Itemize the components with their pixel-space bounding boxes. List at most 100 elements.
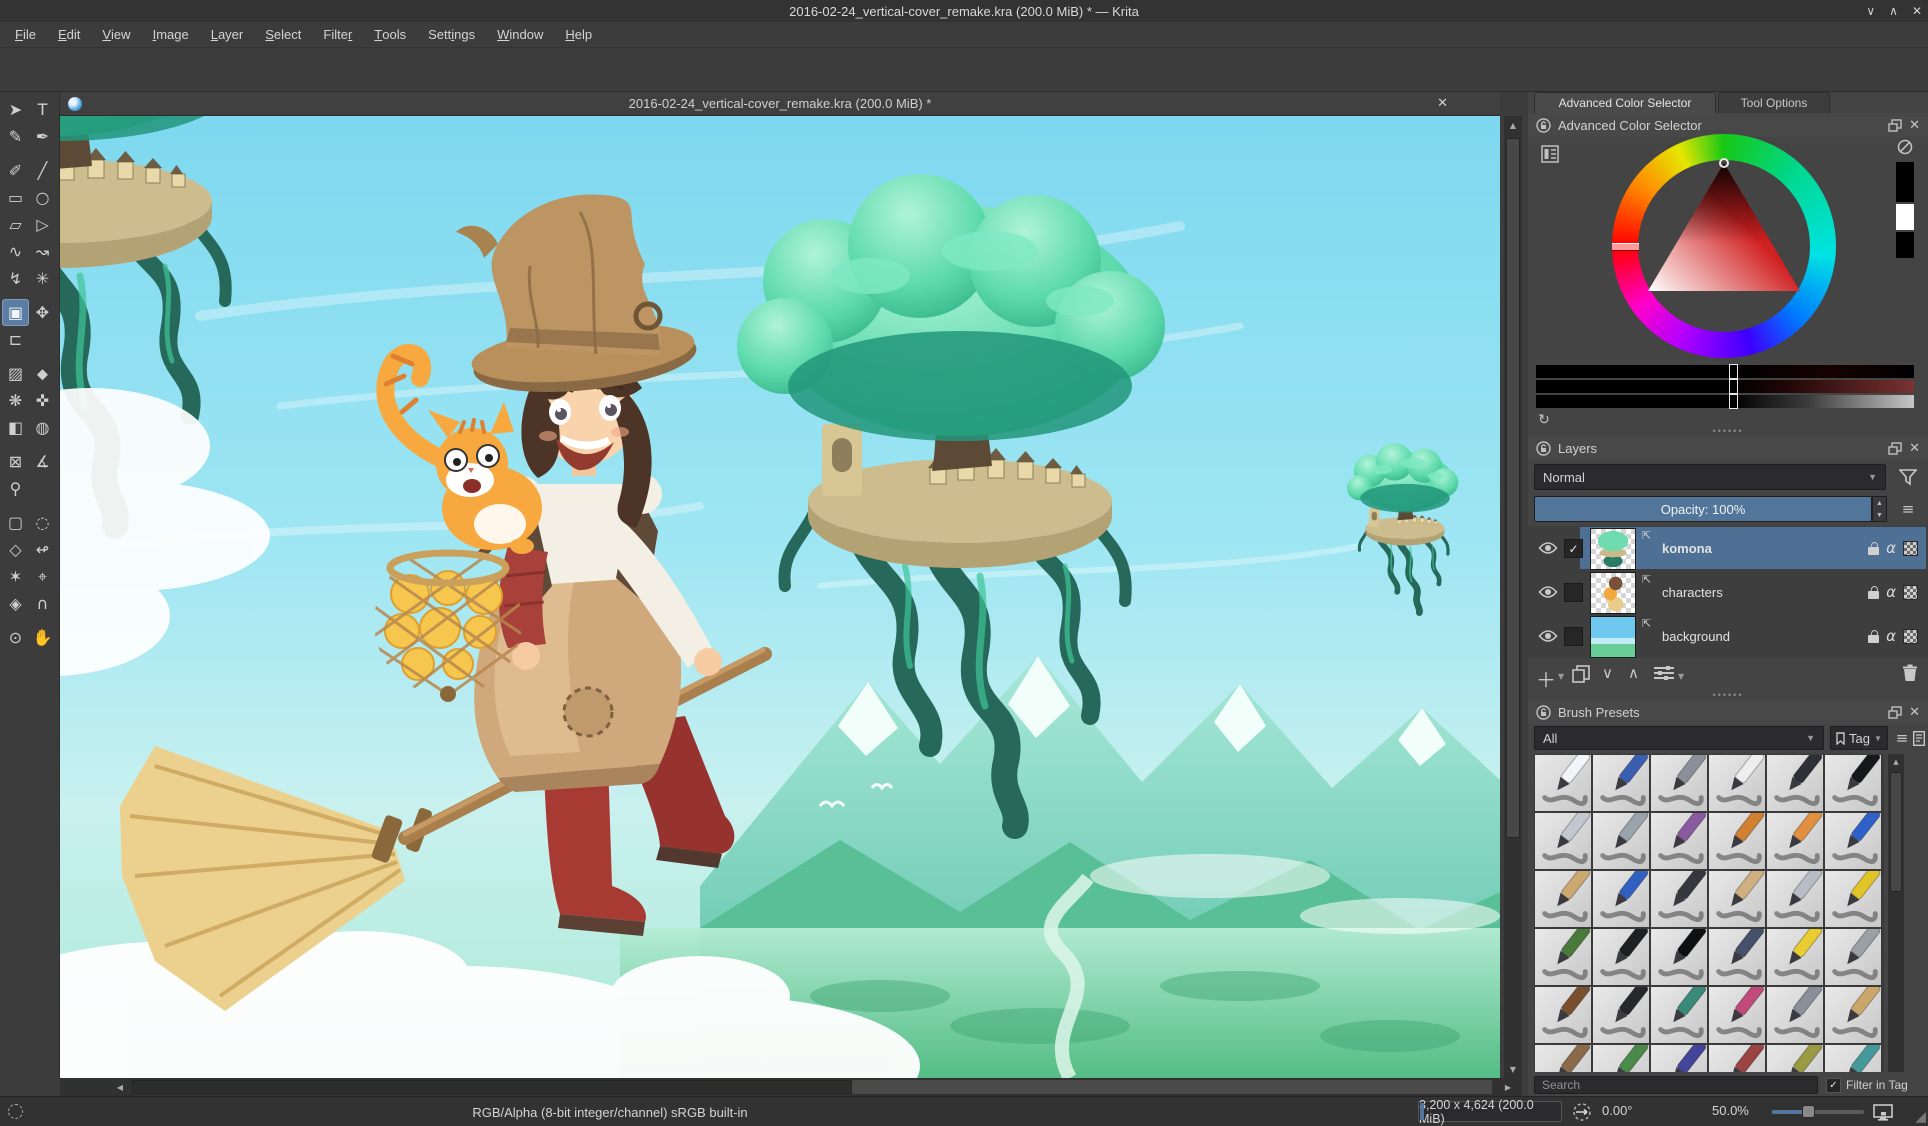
presets-details-icon[interactable] (1912, 729, 1926, 747)
bezier-select-tool[interactable]: ◈ (2, 590, 29, 617)
similar-color-select-tool[interactable]: ⌖ (29, 563, 56, 590)
layer-inherit-alpha-icon[interactable] (1903, 541, 1918, 556)
brush-grid-scrollbar[interactable]: ▲ (1888, 754, 1904, 1072)
crop-tool[interactable]: ⊏ (2, 326, 29, 353)
brush-preset-15[interactable] (1650, 870, 1708, 928)
polyline-tool[interactable]: ▷ (29, 211, 56, 238)
menu-settings[interactable]: Settings (417, 22, 486, 48)
menu-select[interactable]: Select (254, 22, 312, 48)
zoom-slider[interactable] (1772, 1110, 1864, 1114)
smart-patch-tool[interactable]: ✜ (29, 387, 56, 414)
move-layer-up-button[interactable]: ∧ (1628, 664, 1639, 682)
tab-advanced-color-selector[interactable]: Advanced Color Selector (1534, 92, 1716, 113)
select-shapes-tool[interactable]: ➤ (2, 96, 29, 123)
document-tab[interactable]: 2016-02-24_vertical-cover_remake.kra (20… (60, 92, 1500, 116)
brush-preset-16[interactable] (1708, 870, 1766, 928)
transform-tool[interactable]: ▣ (2, 299, 29, 326)
canvas-vertical-scrollbar[interactable]: ▲ ▼ (1504, 116, 1522, 1078)
brush-scroll-thumb[interactable] (1890, 772, 1902, 892)
rectangle-tool[interactable]: ▭ (2, 184, 29, 211)
rectangular-select-tool[interactable]: ▢ (2, 509, 29, 536)
presets-display-menu-icon[interactable]: ≡ (1894, 728, 1910, 748)
brush-tag-filter-dropdown[interactable]: All▼ (1534, 726, 1824, 750)
brush-preset-20[interactable] (1592, 928, 1650, 986)
shade-strip-3[interactable] (1536, 395, 1914, 408)
layer-thumbnail[interactable] (1590, 572, 1636, 614)
scroll-up-arrow[interactable]: ▲ (1888, 756, 1904, 768)
layer-thumbnail[interactable] (1590, 528, 1636, 570)
freehand-path-tool[interactable]: ↝ (29, 238, 56, 265)
brush-preset-3[interactable] (1650, 754, 1708, 812)
no-color-icon[interactable] (1896, 138, 1914, 156)
magnetic-select-tool[interactable]: ∩ (29, 590, 56, 617)
layer-opacity-slider[interactable]: Opacity: 100% (1534, 496, 1872, 522)
sv-cursor[interactable] (1719, 158, 1729, 168)
horizontal-scroll-track[interactable] (852, 1080, 1492, 1094)
brush-preset-25[interactable] (1534, 986, 1592, 1044)
docker-lock-icon[interactable] (1536, 705, 1551, 720)
brush-preset-26[interactable] (1592, 986, 1650, 1044)
vertical-scroll-thumb[interactable] (1506, 138, 1520, 838)
brush-preset-31[interactable] (1534, 1044, 1592, 1072)
brush-preset-21[interactable] (1650, 928, 1708, 986)
move-tool[interactable]: ✥ (29, 299, 56, 326)
menu-layer[interactable]: Layer (200, 22, 255, 48)
close-docker-icon[interactable]: ✕ (1909, 118, 1920, 133)
line-tool[interactable]: ╱ (29, 157, 56, 184)
magic-wand-select-tool[interactable]: ✶ (2, 563, 29, 590)
filter-in-tag-checkbox[interactable]: ✓ Filter in Tag (1826, 1076, 1908, 1094)
freehand-select-tool[interactable]: ↫ (29, 536, 56, 563)
calligraphy-tool[interactable]: ✒ (29, 123, 56, 150)
move-layer-down-button[interactable]: ∨ (1602, 664, 1613, 682)
menu-tools[interactable]: Tools (363, 22, 417, 48)
scroll-up-arrow[interactable]: ▲ (1504, 118, 1522, 132)
menu-window[interactable]: Window (486, 22, 554, 48)
color-selector-settings-icon[interactable] (1540, 144, 1560, 164)
menu-filter[interactable]: Filter (312, 22, 363, 48)
brush-search-input[interactable]: Search (1534, 1076, 1818, 1094)
brush-preset-10[interactable] (1708, 812, 1766, 870)
docker-resize-handle[interactable]: •••••• (1528, 426, 1928, 436)
brush-preset-1[interactable] (1534, 754, 1592, 812)
layer-lock-icon[interactable] (1868, 542, 1879, 555)
layer-row-background[interactable]: ⇱backgroundα (1530, 615, 1926, 657)
layer-alpha-icon[interactable]: α (1886, 583, 1896, 601)
float-docker-icon[interactable] (1888, 442, 1902, 455)
layer-row-characters[interactable]: ⇱charactersα (1530, 571, 1926, 613)
layer-active-checkbox[interactable]: ✓ (1564, 539, 1583, 558)
edit-shapes-tool[interactable]: ✎ (2, 123, 29, 150)
layer-lock-icon[interactable] (1868, 630, 1879, 643)
tab-tool-options[interactable]: Tool Options (1718, 92, 1830, 113)
menu-image[interactable]: Image (142, 22, 200, 48)
pan-tool[interactable]: ✋ (29, 624, 56, 651)
brush-preset-33[interactable] (1650, 1044, 1708, 1072)
gradient-tool[interactable]: ▨ (2, 360, 29, 387)
brush-preset-14[interactable] (1592, 870, 1650, 928)
canvas-rotation-icon[interactable] (1572, 1102, 1592, 1122)
layer-active-checkbox[interactable] (1564, 627, 1583, 646)
color-sampler-tool[interactable]: ⬥ (29, 360, 56, 387)
close-docker-icon[interactable]: ✕ (1909, 441, 1920, 456)
layer-alpha-icon[interactable]: α (1886, 627, 1896, 645)
menu-file[interactable]: File (4, 22, 47, 48)
hue-cursor[interactable] (1612, 243, 1639, 251)
ellipse-tool[interactable]: ○ (29, 184, 56, 211)
horizontal-scroll-thumb[interactable] (132, 1080, 852, 1094)
brush-preset-19[interactable] (1534, 928, 1592, 986)
add-layer-button[interactable]: ＋ (1536, 664, 1556, 693)
layer-visibility-eye-icon[interactable] (1538, 629, 1558, 643)
menu-edit[interactable]: Edit (47, 22, 91, 48)
color-history-swatch[interactable] (1896, 232, 1914, 258)
maximize-button[interactable]: ∧ (1889, 4, 1898, 18)
shade-strip-1[interactable] (1536, 365, 1914, 378)
layer-row-komona[interactable]: ✓⇱komonaα (1530, 527, 1926, 569)
brush-preset-2[interactable] (1592, 754, 1650, 812)
dynamic-brush-tool[interactable]: ↯ (2, 265, 29, 292)
brush-preset-4[interactable] (1708, 754, 1766, 812)
brush-preset-28[interactable] (1708, 986, 1766, 1044)
add-layer-dropdown-arrow[interactable]: ▼ (1558, 672, 1564, 681)
docker-resize-handle[interactable]: •••••• (1528, 690, 1928, 700)
brush-preset-7[interactable] (1534, 812, 1592, 870)
reference-images-tool[interactable]: ⚲ (2, 475, 29, 502)
properties-dropdown-arrow[interactable]: ▼ (1678, 672, 1684, 681)
